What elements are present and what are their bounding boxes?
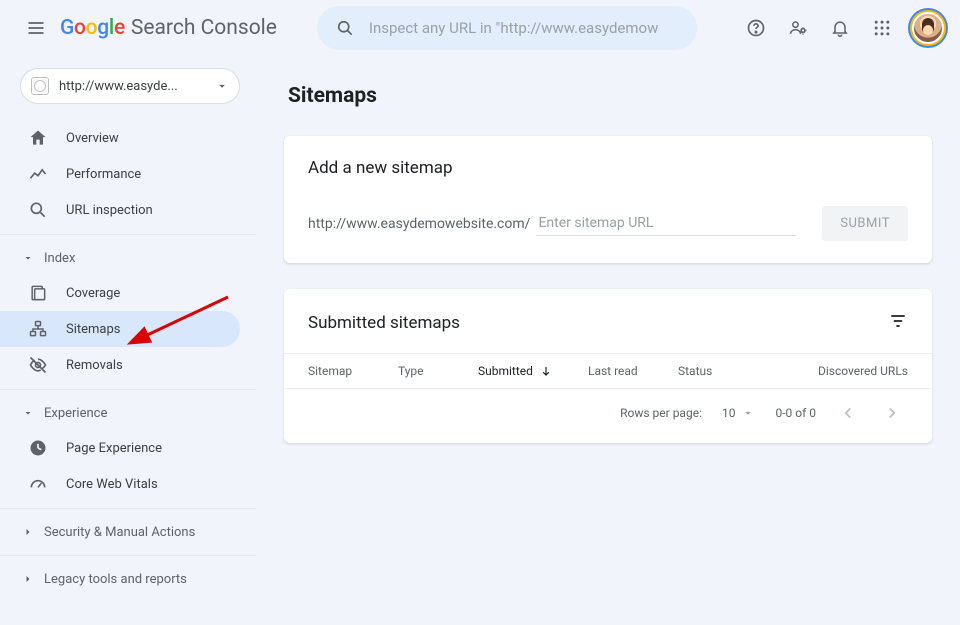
sidebar: http://www.easyde... Overview Performanc… (0, 56, 256, 625)
removals-icon (28, 355, 48, 375)
col-submitted-label: Submitted (478, 364, 533, 378)
col-type[interactable]: Type (398, 364, 478, 378)
prev-page-button[interactable] (836, 401, 860, 425)
divider (0, 389, 256, 390)
apps-grid-icon (872, 18, 892, 38)
next-page-button[interactable] (880, 401, 904, 425)
pagination-range: 0-0 of 0 (775, 406, 816, 420)
url-inspect-search[interactable] (317, 6, 697, 50)
submitted-sitemaps-card: Submitted sitemaps Sitemap Type Submitte… (284, 289, 932, 443)
logo: Google Search Console (60, 16, 277, 40)
filter-button[interactable] (888, 311, 908, 335)
google-logo: Google (60, 16, 125, 40)
main-content: Sitemaps Add a new sitemap http://www.ea… (256, 56, 960, 625)
chevron-left-icon (839, 404, 857, 422)
add-sitemap-title: Add a new sitemap (308, 158, 908, 178)
rows-per-page-value: 10 (722, 406, 736, 420)
sidebar-item-performance[interactable]: Performance (0, 156, 240, 192)
sitemap-url-input[interactable] (536, 211, 796, 236)
submit-button[interactable]: SUBMIT (822, 206, 908, 241)
table-pagination: Rows per page: 10 0-0 of 0 (284, 388, 932, 443)
sidebar-section-label: Index (44, 251, 75, 266)
sidebar-item-label: Performance (66, 167, 141, 182)
user-settings-icon (788, 18, 808, 38)
header-actions (744, 12, 944, 44)
sidebar-item-core-web-vitals[interactable]: Core Web Vitals (0, 466, 240, 502)
sort-desc-icon (539, 364, 553, 378)
sidebar-item-label: Core Web Vitals (66, 477, 158, 492)
manage-users-button[interactable] (786, 16, 810, 40)
sidebar-section-label: Experience (44, 406, 107, 421)
rows-per-page-label: Rows per page: (620, 406, 702, 420)
divider (0, 508, 256, 509)
sidebar-item-label: URL inspection (66, 203, 153, 218)
apps-button[interactable] (870, 16, 894, 40)
sidebar-item-label: Removals (66, 358, 123, 373)
sidebar-item-label: Coverage (66, 286, 120, 301)
chevron-down-icon (741, 406, 755, 420)
globe-icon (31, 77, 49, 95)
sitemap-url-prefix: http://www.easydemowebsite.com/ (308, 216, 530, 232)
chevron-down-icon (215, 79, 229, 93)
sidebar-section-security[interactable]: Security & Manual Actions (0, 515, 256, 549)
chevron-right-icon (22, 526, 34, 538)
sidebar-section-experience[interactable]: Experience (0, 396, 256, 430)
sidebar-section-label: Security & Manual Actions (44, 525, 195, 540)
url-inspect-input[interactable] (369, 19, 679, 37)
bell-icon (830, 18, 850, 38)
coverage-icon (28, 283, 48, 303)
divider (0, 555, 256, 556)
sidebar-item-label: Page Experience (66, 441, 162, 456)
account-avatar[interactable] (912, 12, 944, 44)
col-status[interactable]: Status (678, 364, 798, 378)
help-icon (746, 18, 766, 38)
sidebar-item-label: Sitemaps (66, 322, 121, 337)
submitted-sitemaps-title: Submitted sitemaps (308, 313, 460, 333)
sidebar-section-label: Legacy tools and reports (44, 572, 187, 587)
sidebar-item-label: Overview (66, 131, 119, 146)
chevron-down-icon (22, 407, 34, 419)
page-experience-icon (28, 438, 48, 458)
product-name: Search Console (131, 16, 277, 40)
chevron-right-icon (883, 404, 901, 422)
chevron-right-icon (22, 573, 34, 585)
add-sitemap-card: Add a new sitemap http://www.easydemoweb… (284, 136, 932, 263)
sidebar-section-legacy[interactable]: Legacy tools and reports (0, 562, 256, 596)
hamburger-icon (26, 18, 46, 38)
hamburger-menu-button[interactable] (16, 8, 56, 48)
sidebar-item-removals[interactable]: Removals (0, 347, 240, 383)
col-last-read[interactable]: Last read (588, 364, 678, 378)
search-icon (335, 18, 355, 38)
sidebar-item-coverage[interactable]: Coverage (0, 275, 240, 311)
property-label: http://www.easyde... (59, 79, 205, 94)
performance-icon (28, 164, 48, 184)
filter-icon (888, 311, 908, 331)
property-selector[interactable]: http://www.easyde... (20, 68, 240, 104)
sitemaps-table-header: Sitemap Type Submitted Last read Status … (284, 353, 932, 388)
col-submitted[interactable]: Submitted (478, 364, 588, 378)
page-title: Sitemaps (288, 84, 932, 108)
notifications-button[interactable] (828, 16, 852, 40)
app-header: Google Search Console (0, 0, 960, 56)
divider (0, 234, 256, 235)
rows-per-page-select[interactable]: 10 (722, 406, 756, 420)
sidebar-item-sitemaps[interactable]: Sitemaps (0, 311, 240, 347)
col-sitemap[interactable]: Sitemap (308, 364, 398, 378)
sitemap-icon (28, 319, 48, 339)
home-icon (28, 128, 48, 148)
sidebar-item-page-experience[interactable]: Page Experience (0, 430, 240, 466)
col-discovered-urls[interactable]: Discovered URLs (798, 364, 908, 378)
search-icon (28, 200, 48, 220)
sidebar-item-overview[interactable]: Overview (0, 120, 240, 156)
speedometer-icon (28, 474, 48, 494)
chevron-down-icon (22, 252, 34, 264)
sidebar-section-index[interactable]: Index (0, 241, 256, 275)
sidebar-item-url-inspection[interactable]: URL inspection (0, 192, 240, 228)
help-button[interactable] (744, 16, 768, 40)
